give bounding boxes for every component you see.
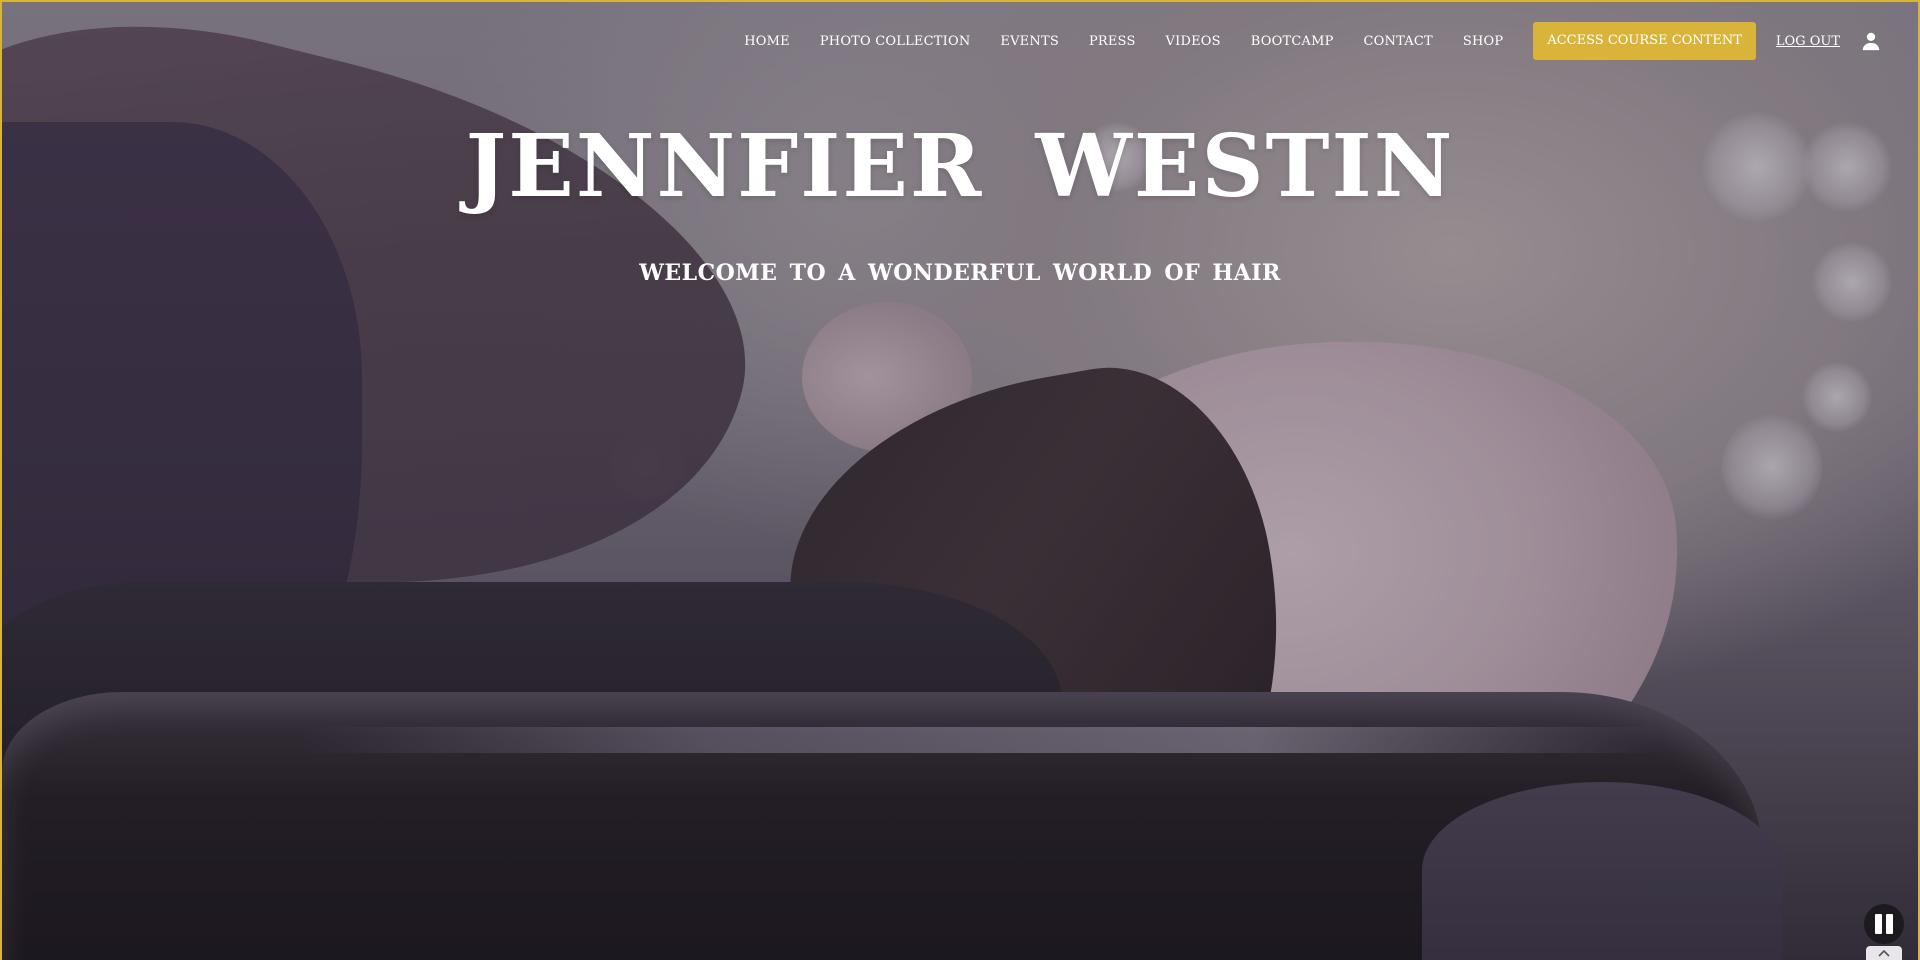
pause-icon bbox=[1875, 914, 1882, 934]
nav-item-contact[interactable]: CONTACT bbox=[1364, 34, 1433, 49]
access-course-content-button[interactable]: ACCESS COURSE CONTENT bbox=[1533, 22, 1756, 60]
nav-item-bootcamp[interactable]: BOOTCAMP bbox=[1251, 34, 1334, 49]
hero-subtitle: WELCOME TO A WONDERFUL WORLD OF HAIR bbox=[639, 260, 1281, 286]
chevron-up-icon bbox=[1878, 949, 1890, 957]
nav-item-home[interactable]: HOME bbox=[744, 34, 790, 49]
nav-item-press[interactable]: PRESS bbox=[1089, 34, 1136, 49]
user-icon[interactable] bbox=[1860, 30, 1882, 52]
scroll-to-top-button[interactable] bbox=[1866, 946, 1902, 960]
video-pause-button[interactable] bbox=[1864, 904, 1904, 944]
hero-title: JENNFIER WESTIN bbox=[465, 116, 1455, 217]
main-nav: HOME PHOTO COLLECTION EVENTS PRESS VIDEO… bbox=[744, 22, 1882, 60]
page: HOME PHOTO COLLECTION EVENTS PRESS VIDEO… bbox=[0, 0, 1920, 960]
nav-item-events[interactable]: EVENTS bbox=[1000, 34, 1059, 49]
log-out-link[interactable]: LOG OUT bbox=[1776, 34, 1840, 49]
nav-item-photo-collection[interactable]: PHOTO COLLECTION bbox=[820, 34, 971, 49]
nav-item-shop[interactable]: SHOP bbox=[1463, 34, 1503, 49]
nav-item-videos[interactable]: VIDEOS bbox=[1166, 34, 1221, 49]
pause-icon bbox=[1886, 914, 1893, 934]
